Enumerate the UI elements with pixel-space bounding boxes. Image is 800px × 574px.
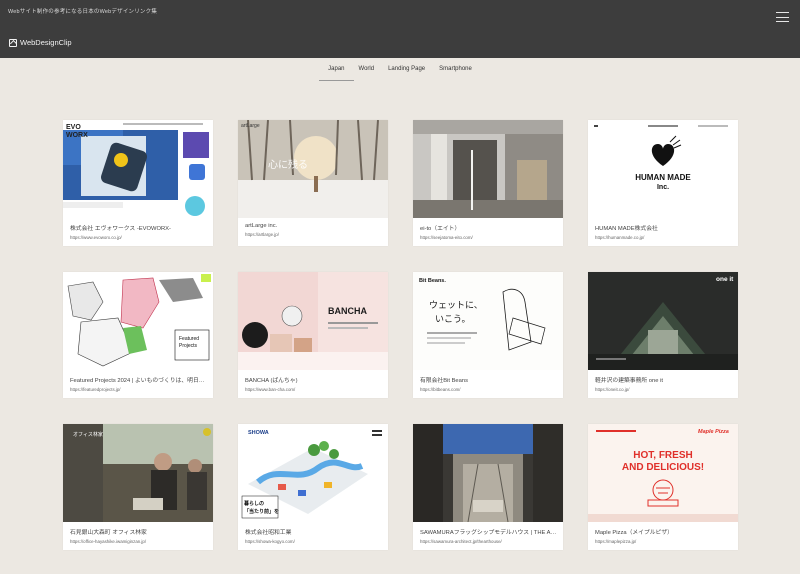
site-url: https://oneit.co.jp/ xyxy=(595,387,630,392)
site-title: 石見銀山大森町 オフィス林家 xyxy=(70,530,147,536)
svg-text:暮らしの: 暮らしの xyxy=(243,500,264,507)
tab-japan[interactable]: Japan xyxy=(319,58,354,82)
site-thumbnail: Bit Beans. ウェットに、 いこう。 xyxy=(413,272,563,370)
site-thumbnail: EVO WORX xyxy=(63,120,213,218)
svg-text:BANCHA: BANCHA xyxy=(328,306,367,316)
site-title: 軽井沢の建築事務所 one it xyxy=(595,378,663,384)
site-card[interactable]: one it 軽井沢の建築事務所 one it https://oneit.co… xyxy=(588,272,738,398)
site-title: Maple Pizza（メイプルピザ） xyxy=(595,530,673,536)
tab-smartphone[interactable]: Smartphone xyxy=(432,58,479,82)
site-url: https://www.evoworx.co.jp/ xyxy=(70,235,122,240)
site-url: https://showa-kogyo.com/ xyxy=(245,539,295,544)
site-thumbnail: HUMAN MADE Inc. xyxy=(588,120,738,218)
site-card[interactable]: Featured Projects Featured Projects 2024… xyxy=(63,272,213,398)
svg-text:「当たり前」を: 「当たり前」を xyxy=(244,508,279,515)
svg-text:one it: one it xyxy=(716,276,734,283)
svg-text:SHOWA: SHOWA xyxy=(248,430,269,436)
hamburger-menu-icon[interactable] xyxy=(776,12,789,22)
site-thumbnail: 暮らしの 「当たり前」を SHOWA xyxy=(238,424,388,522)
svg-text:Projects: Projects xyxy=(179,343,198,349)
site-thumbnail xyxy=(413,120,563,218)
site-title: 有限会社Bit Beans xyxy=(420,378,468,384)
site-card[interactable]: オフィス林家 石見銀山大森町 オフィス林家 https://office-hay… xyxy=(63,424,213,550)
svg-text:HOT, FRESH: HOT, FRESH xyxy=(633,450,692,461)
site-title: BANCHA (ばんちゃ) xyxy=(245,378,298,384)
svg-text:いこう。: いこう。 xyxy=(435,314,470,325)
site-url: https://humanmade.co.jp/ xyxy=(595,235,645,240)
site-url: https://featuredprojects.jp/ xyxy=(70,387,121,392)
logo-icon xyxy=(9,38,17,47)
site-url: https://sawamura-architect.jp/thearthous… xyxy=(420,539,502,544)
logo-text: WebDesignClip xyxy=(20,38,72,47)
site-url: https://office-hayashike.iwamiginzan.jp/ xyxy=(70,539,147,544)
site-title: artLarge inc. xyxy=(245,223,278,229)
svg-text:EVO: EVO xyxy=(66,124,81,131)
site-thumbnail: Maple Pizza HOT, FRESH AND DELICIOUS! xyxy=(588,424,738,522)
site-card[interactable]: HUMAN MADE Inc. HUMAN MADE株式会社 https://h… xyxy=(588,120,738,246)
category-tabs: Japan World Landing Page Smartphone xyxy=(0,58,800,82)
site-card[interactable]: Bit Beans. ウェットに、 いこう。 有限会社Bit Beans htt… xyxy=(413,272,563,398)
site-tagline: Webサイト制作の参考になる日本のWebデザインリンク集 xyxy=(8,9,158,15)
site-title: HUMAN MADE株式会社 xyxy=(595,226,658,232)
svg-text:Inc.: Inc. xyxy=(657,184,669,191)
site-url: https://seejatoma-eito.com/ xyxy=(420,235,473,240)
site-title: 株式会社 エヴォワークス -EVOWORX- xyxy=(70,226,171,232)
site-card[interactable]: 心に残る artLarge artLarge inc. https://artl… xyxy=(238,120,388,246)
svg-text:Maple Pizza: Maple Pizza xyxy=(698,429,729,435)
svg-text:Featured: Featured xyxy=(179,336,199,342)
svg-text:オフィス林家: オフィス林家 xyxy=(73,431,103,438)
site-url: https://bitbeans.com/ xyxy=(420,387,461,392)
svg-text:artLarge: artLarge xyxy=(241,123,260,129)
svg-text:心に残る: 心に残る xyxy=(268,158,308,171)
site-thumbnail: 心に残る artLarge xyxy=(238,120,388,218)
site-thumbnail: オフィス林家 xyxy=(63,424,213,522)
site-title: 株式会社昭和工業 xyxy=(245,530,292,536)
tab-landing-page[interactable]: Landing Page xyxy=(381,58,432,82)
site-title: SAWAMURAフラッグシップモデルハウス | THE A… xyxy=(420,530,557,536)
site-thumbnail: BANCHA xyxy=(238,272,388,370)
site-card[interactable]: ei-to（エイト） https://seejatoma-eito.com/ xyxy=(413,120,563,246)
site-grid: EVO WORX 株式会社 エヴォワークス -EVOWORX- https://… xyxy=(63,120,739,550)
svg-text:Bit Beans.: Bit Beans. xyxy=(419,278,446,284)
site-thumbnail: one it xyxy=(588,272,738,370)
site-card[interactable]: BANCHA BANCHA (ばんちゃ) https://www.ban-cha… xyxy=(238,272,388,398)
site-title: Featured Projects 2024 | よいものづくりは、明日… xyxy=(70,378,205,384)
tab-world[interactable]: World xyxy=(352,58,382,82)
site-url: https://www.ban-cha.com/ xyxy=(245,387,296,392)
site-card[interactable]: Maple Pizza HOT, FRESH AND DELICIOUS! Ma… xyxy=(588,424,738,550)
site-thumbnail: Featured Projects xyxy=(63,272,213,370)
site-url: https://maplepizza.jp/ xyxy=(595,539,637,544)
site-thumbnail xyxy=(413,424,563,522)
site-card[interactable]: EVO WORX 株式会社 エヴォワークス -EVOWORX- https://… xyxy=(63,120,213,246)
site-title: ei-to（エイト） xyxy=(420,226,461,232)
svg-text:ウェットに、: ウェットに、 xyxy=(429,300,483,311)
site-card[interactable]: 暮らしの 「当たり前」を SHOWA 株式会社昭和工業 https://show… xyxy=(238,424,388,550)
site-url: https://artlarge.jp/ xyxy=(245,232,279,237)
header-bar: Webサイト制作の参考になる日本のWebデザインリンク集 WebDesignCl… xyxy=(0,0,800,58)
site-logo[interactable]: WebDesignClip xyxy=(9,38,72,47)
svg-text:AND DELICIOUS!: AND DELICIOUS! xyxy=(622,462,704,473)
svg-text:WORX: WORX xyxy=(66,132,88,139)
site-card[interactable]: SAWAMURAフラッグシップモデルハウス | THE A… https://s… xyxy=(413,424,563,550)
svg-text:HUMAN MADE: HUMAN MADE xyxy=(635,173,691,182)
